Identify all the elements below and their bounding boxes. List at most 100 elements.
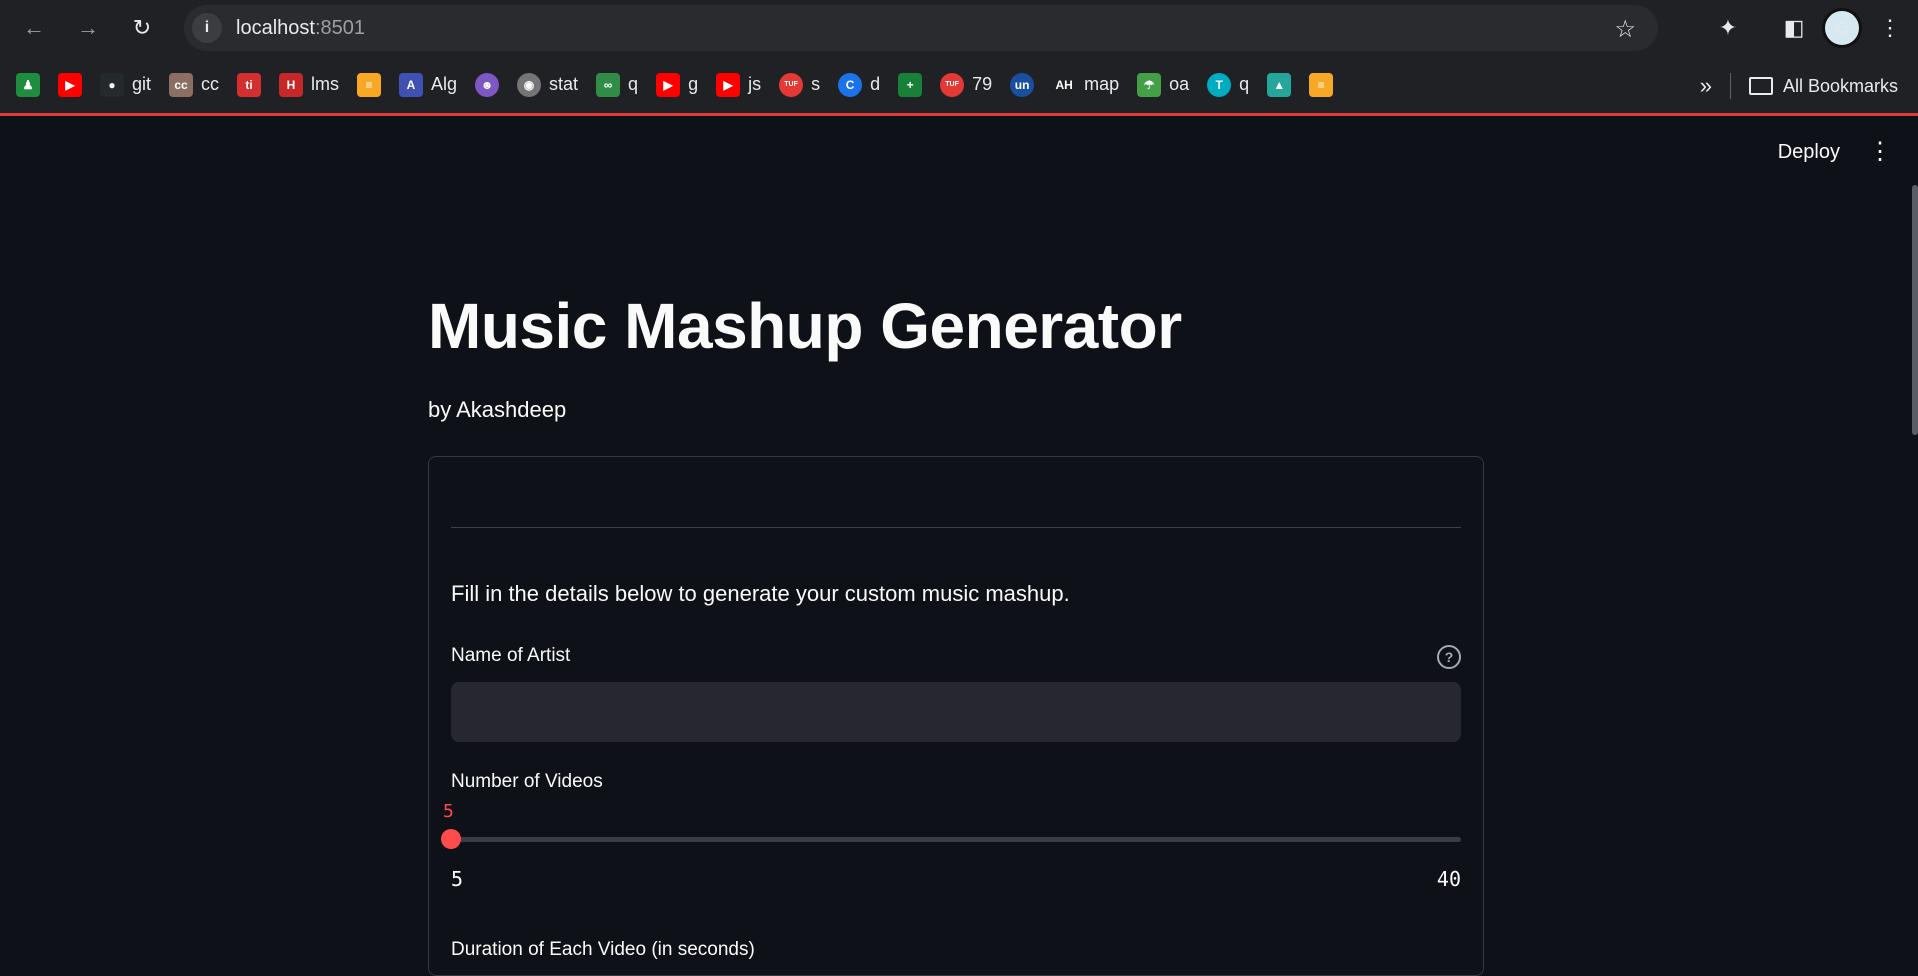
bookmark-item[interactable]: ● git [100,72,152,97]
bookmark-item[interactable]: ♟ [16,72,40,97]
youtube-icon: ▶ [656,72,681,97]
duration-label: Duration of Each Video (in seconds) [451,939,755,960]
avatar-icon: ☻ [475,72,500,97]
umbrella-icon: ☂ [1137,72,1162,97]
url-port: :8501 [314,16,365,39]
mashup-form: Fill in the details below to generate yo… [428,456,1484,976]
extensions-icon[interactable]: ✦ [1704,4,1752,52]
bookmark-item[interactable]: + [898,72,923,97]
url-text[interactable]: localhost:8501 [236,17,365,40]
bookmark-item[interactable]: un [1010,72,1035,97]
bookmark-item[interactable]: ti [237,72,262,97]
bookmark-item[interactable]: ◉ stat [517,72,579,97]
bookmark-label: d [870,74,881,94]
bookmark-item[interactable]: ≡ [1309,72,1334,97]
address-bar[interactable]: i localhost:8501 ☆ [184,5,1658,51]
more-bookmarks-icon[interactable]: » [1700,73,1731,99]
bookmark-label: lms [311,74,340,94]
bookmark-label: git [132,74,152,94]
deploy-button[interactable]: Deploy [1778,141,1840,164]
bookmark-item[interactable]: ▲ [1267,72,1292,97]
bookmark-item[interactable]: cc cc [169,72,220,97]
toolbar-right: ✦ ◧ ☺ ⋮ [1704,0,1918,56]
mountain-icon: ▲ [1267,72,1292,97]
all-bookmarks-button[interactable]: All Bookmarks [1783,76,1898,97]
layers-icon: ≡ [1309,72,1334,97]
bookmark-item[interactable]: ≡ [357,72,382,97]
slider-min: 5 [451,867,464,891]
app-menu-icon[interactable]: ⋮ [1868,137,1892,166]
bookmark-list: ♟ ▶ ● git cc cc ti Hlms ≡ A Alg ☻ ◉ stat ∞ q ▶ g ▶ js TUF s Cd… [16,72,1351,97]
youtube-icon: ▶ [716,72,741,97]
bookmark-item[interactable]: ▶ g [656,72,699,97]
t-icon: T [1207,72,1232,97]
un-icon: un [1010,72,1035,97]
c-icon: C [838,72,863,97]
bookmark-label: js [748,74,762,94]
scrollbar[interactable] [1912,185,1918,435]
divider [451,527,1461,528]
reload-icon[interactable]: ↻ [122,8,162,48]
bookmark-item[interactable]: Cd [838,72,881,97]
form-intro: Fill in the details below to generate yo… [451,581,1070,606]
help-icon[interactable]: ? [1437,645,1461,669]
forward-icon[interactable]: → [68,8,108,48]
side-panel-icon[interactable]: ◧ [1770,4,1818,52]
slider-track[interactable] [451,837,1461,842]
bookmark-item[interactable]: ☂ oa [1137,72,1190,97]
bookmarks-right: » All Bookmarks [1700,56,1898,116]
bookmark-label: 79 [972,74,993,94]
avatar-icon: ☺ [1822,8,1862,48]
alg-icon: A [399,72,424,97]
artist-label: Name of Artist [451,645,571,666]
videos-label: Number of Videos [451,771,603,792]
byline: by Akashdeep [428,397,567,422]
bookmark-item[interactable]: ☻ [475,72,500,97]
slider-thumb[interactable] [441,829,461,849]
bookmark-label: stat [549,74,579,94]
bookmark-item[interactable]: AH map [1052,72,1120,97]
bookmarks-bar: ♟ ▶ ● git cc cc ti Hlms ≡ A Alg ☻ ◉ stat ∞ q ▶ g ▶ js TUF s Cd… [0,56,1918,116]
bookmark-item[interactable]: ▶ [58,72,82,97]
bookmark-star-icon[interactable]: ☆ [1614,15,1636,44]
bookmark-label: q [1239,74,1250,94]
bookmark-item[interactable]: TUF s [779,72,821,97]
gfg-icon: ∞ [596,72,621,97]
youtube-icon: ▶ [58,72,82,97]
bookmark-label: Alg [431,74,458,94]
red-logo-icon: ti [237,72,262,97]
bookmark-item[interactable]: ▶ js [716,72,762,97]
bookmark-label: s [811,74,821,94]
lms-icon: H [279,72,304,97]
folder-icon [1748,77,1773,95]
profile-avatar[interactable]: ☺ [1818,4,1866,52]
bookmark-item[interactable]: ∞ q [596,72,639,97]
bookmark-label: map [1084,74,1120,94]
page-title: Music Mashup Generator [428,290,1182,362]
browser-toolbar: ← → ↻ i localhost:8501 ☆ ✦ ◧ ☺ ⋮ [0,0,1918,56]
bookmark-item[interactable]: Hlms [279,72,340,97]
bookmark-item[interactable]: Tq [1207,72,1250,97]
bookmark-label: cc [201,74,220,94]
bookmark-label: q [628,74,639,94]
bookmark-item[interactable]: A Alg [399,72,458,97]
globe-icon: ◉ [517,72,542,97]
site-info-icon[interactable]: i [192,13,222,43]
layers-icon: ≡ [357,72,382,97]
bookmark-label: oa [1169,74,1190,94]
slider-max: 40 [1436,867,1461,891]
bookmark-item[interactable]: TUF 79 [940,72,993,97]
tuf-icon: TUF [779,72,804,97]
bookmark-label: g [688,74,699,94]
cc-icon: cc [169,72,194,97]
tuf-icon: TUF [940,72,965,97]
github-icon: ● [100,72,124,97]
app-main: Deploy ⋮ Music Mashup Generator by Akash… [0,119,1918,976]
slider-current-value: 5 [443,801,454,822]
ah-icon: AH [1052,72,1077,97]
artist-input[interactable] [451,682,1461,742]
browser-menu-icon[interactable]: ⋮ [1866,4,1914,52]
plus-sheet-icon: + [898,72,923,97]
url-host: localhost [236,16,315,39]
back-icon[interactable]: ← [14,8,54,48]
